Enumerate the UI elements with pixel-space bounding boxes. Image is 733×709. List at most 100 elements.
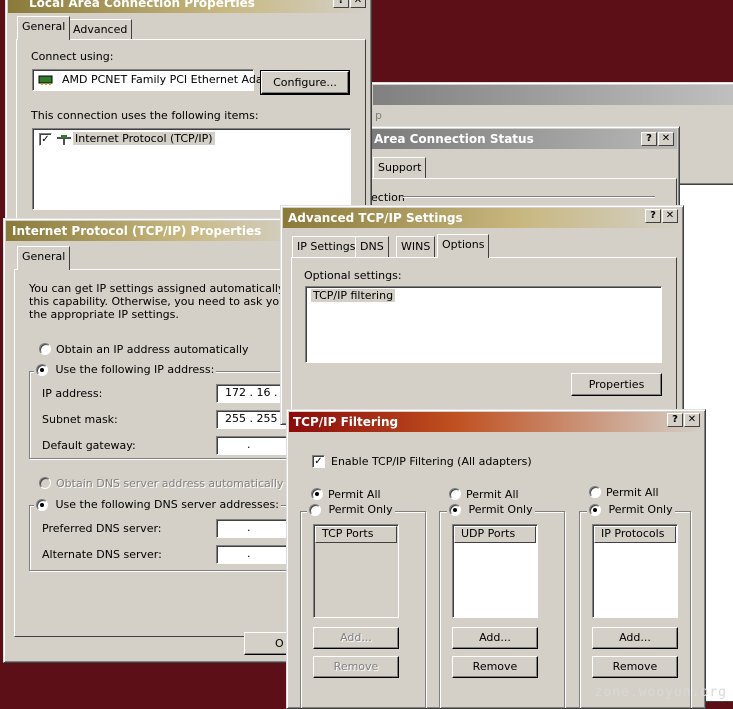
obtain-ip-auto-label[interactable]: Obtain an IP address automatically <box>56 343 249 356</box>
help-glyph: ? <box>650 210 656 221</box>
use-dns-radio[interactable] <box>36 499 48 511</box>
close-button[interactable]: ✕ <box>684 413 700 427</box>
tcp-permit-only-radio[interactable] <box>309 504 321 516</box>
ip-permit-all-label[interactable]: Permit All <box>606 486 659 499</box>
udp-permit-only-option[interactable]: Permit Only <box>447 503 535 516</box>
tcp-add-label: Add... <box>340 631 372 644</box>
item-label[interactable]: Internet Protocol (TCP/IP) <box>73 132 215 145</box>
close-button[interactable]: ✕ <box>350 0 366 8</box>
ip-address-value: 172 . 16 . <box>225 386 278 399</box>
tab-advanced[interactable]: Advanced <box>68 19 133 40</box>
connection-status-titlebar[interactable]: Area Connection Status <box>365 129 677 149</box>
ip-permit-only-option[interactable]: Permit Only <box>587 503 675 516</box>
help-button[interactable]: ? <box>333 0 349 8</box>
tab-general[interactable]: General <box>17 16 71 40</box>
tcp-permit-all-radio[interactable] <box>311 488 323 500</box>
configure-button[interactable]: Configure... <box>260 70 350 95</box>
ip-remove-label: Remove <box>612 660 658 673</box>
close-glyph: ✕ <box>353 0 363 6</box>
properties-button-label: Properties <box>588 378 645 391</box>
ip-add-button[interactable]: Add... <box>592 627 678 649</box>
tab-ip-settings-label: IP Settings <box>297 240 356 253</box>
tcp-permit-all-label[interactable]: Permit All <box>328 488 381 501</box>
tab-options[interactable]: Options <box>437 234 490 258</box>
preferred-dns-label: Preferred DNS server: <box>42 522 162 535</box>
udp-remove-button[interactable]: Remove <box>452 656 538 678</box>
connection-status-title: Area Connection Status <box>374 132 534 146</box>
udp-permit-only-radio[interactable] <box>449 504 461 516</box>
default-gateway-value: . <box>247 438 251 451</box>
help-button[interactable]: ? <box>667 413 683 427</box>
udp-permit-all-radio[interactable] <box>449 488 461 500</box>
use-dns-label: Use the following DNS server addresses: <box>55 498 279 511</box>
tcp-permit-only-option[interactable]: Permit Only <box>307 503 395 516</box>
udp-permit-all-label[interactable]: Permit All <box>466 488 519 501</box>
tcpip-filtering-titlebar[interactable]: TCP/IP Filtering <box>289 412 703 432</box>
close-button[interactable]: ✕ <box>658 132 674 146</box>
help-button[interactable]: ? <box>645 209 661 223</box>
status-section-fragment: ection <box>371 191 405 204</box>
advanced-tcpip-window: Advanced TCP/IP Settings ? ✕ IP Settings… <box>280 205 684 425</box>
ip-protocols-list[interactable]: IP Protocols <box>592 524 678 618</box>
tcpip-properties-window: Internet Protocol (TCP/IP) Properties Ge… <box>3 218 303 663</box>
udp-ports-header-label: UDP Ports <box>461 527 516 540</box>
udp-ports-list[interactable]: UDP Ports <box>452 524 538 618</box>
help-glyph: ? <box>646 133 652 144</box>
ip-remove-button[interactable]: Remove <box>592 656 678 678</box>
tcpip-properties-titlebar[interactable]: Internet Protocol (TCP/IP) Properties <box>6 221 300 241</box>
tab-ip-settings[interactable]: IP Settings <box>292 236 361 257</box>
lan-properties-titlebar[interactable]: Local Area Connection Properties <box>8 0 369 13</box>
lan-properties-window: Local Area Connection Properties ? ✕ Gen… <box>5 0 372 230</box>
udp-ports-header[interactable]: UDP Ports <box>454 526 536 543</box>
network-card-icon <box>38 74 54 86</box>
ip-protocols-header-label: IP Protocols <box>601 527 665 540</box>
close-button[interactable]: ✕ <box>662 209 678 223</box>
tcpip-properties-title: Internet Protocol (TCP/IP) Properties <box>12 224 262 238</box>
udp-add-label: Add... <box>479 631 511 644</box>
help-glyph: ? <box>672 414 678 425</box>
tab-wins[interactable]: WINS <box>396 236 436 257</box>
advanced-tcpip-titlebar[interactable]: Advanced TCP/IP Settings <box>283 208 681 228</box>
tab-dns-label: DNS <box>360 240 384 253</box>
use-dns-option[interactable]: Use the following DNS server addresses: <box>34 498 281 511</box>
udp-add-button[interactable]: Add... <box>452 627 538 649</box>
use-following-ip-radio[interactable] <box>36 364 48 376</box>
ip-protocols-header[interactable]: IP Protocols <box>594 526 676 543</box>
properties-button[interactable]: Properties <box>571 373 662 396</box>
item-checkbox[interactable]: ✓ <box>39 133 52 146</box>
tcp-remove-label: Remove <box>333 660 379 673</box>
enable-filtering-checkbox[interactable]: ✓ <box>312 455 325 468</box>
default-gateway-label: Default gateway: <box>42 439 136 452</box>
use-following-ip-option[interactable]: Use the following IP address: <box>34 363 217 376</box>
close-glyph: ✕ <box>687 414 697 425</box>
tab-support-label: Support <box>378 161 422 174</box>
ip-add-label: Add... <box>619 631 651 644</box>
items-list[interactable]: ✓ Internet Protocol (TCP/IP) <box>32 128 351 210</box>
tab-dns[interactable]: DNS <box>355 236 389 257</box>
background-title-fragment: p <box>375 109 382 122</box>
obtain-dns-auto-label[interactable]: Obtain DNS server address automatically <box>56 477 283 490</box>
udp-remove-label: Remove <box>472 660 518 673</box>
obtain-ip-auto-radio[interactable] <box>39 343 51 355</box>
background-menu-fragment: p <box>373 107 393 125</box>
ip-permit-all-radio[interactable] <box>589 486 601 498</box>
ok-button-label: O <box>275 637 284 650</box>
help-button[interactable]: ? <box>641 132 657 146</box>
optional-settings-list[interactable]: TCP/IP filtering <box>305 286 662 363</box>
udp-permit-only-label: Permit Only <box>468 503 533 516</box>
tcp-add-button[interactable]: Add... <box>313 627 399 649</box>
tcp-remove-button[interactable]: Remove <box>313 656 399 678</box>
adapter-field: AMD PCNET Family PCI Ethernet Ada <box>32 69 263 91</box>
ip-permit-only-radio[interactable] <box>589 504 601 516</box>
tab-support[interactable]: Support <box>373 157 427 178</box>
close-glyph: ✕ <box>661 133 671 144</box>
tcpip-filtering-item[interactable]: TCP/IP filtering <box>311 289 396 302</box>
use-following-ip-label: Use the following IP address: <box>55 363 215 376</box>
tcp-ports-list[interactable]: TCP Ports <box>313 524 399 618</box>
tcp-ports-header[interactable]: TCP Ports <box>315 526 397 543</box>
obtain-dns-auto-radio[interactable] <box>39 477 51 489</box>
enable-filtering-label[interactable]: Enable TCP/IP Filtering (All adapters) <box>331 455 532 468</box>
tab-general[interactable]: General <box>17 246 71 270</box>
background-window-titlebar[interactable] <box>373 85 733 105</box>
tcpip-filtering-window: TCP/IP Filtering ? ✕ ✓ Enable TCP/IP Fil… <box>286 409 706 709</box>
